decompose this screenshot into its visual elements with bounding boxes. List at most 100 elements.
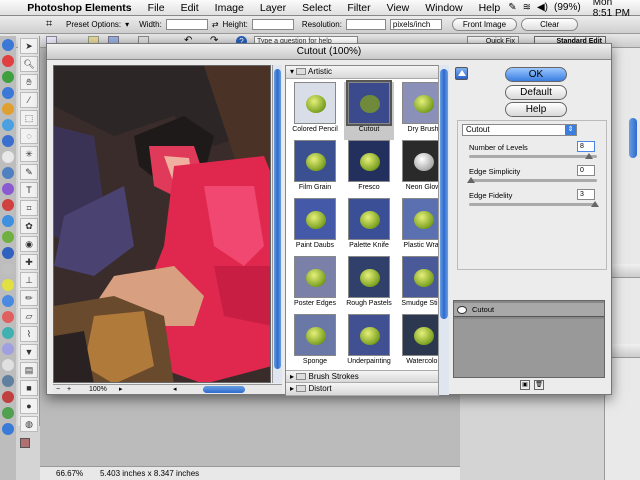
- dock-app-icon[interactable]: [2, 71, 14, 83]
- blur-tool-icon[interactable]: ●: [20, 398, 38, 414]
- dock-app-icon[interactable]: [2, 247, 14, 259]
- filter-thumb-paint-daubs[interactable]: Paint Daubs: [290, 198, 340, 256]
- sponge-tool-icon[interactable]: ◍: [20, 416, 38, 432]
- menu-app-name[interactable]: Photoshop Elements: [19, 0, 139, 16]
- filter-thumb-rough-pastels[interactable]: Rough Pastels: [344, 256, 394, 314]
- disclosure-closed-icon[interactable]: ▸: [290, 384, 294, 393]
- dock-app-icon[interactable]: [2, 151, 14, 163]
- edge-fidelity-slider-track[interactable]: [469, 203, 597, 206]
- zoom-out-icon[interactable]: −: [56, 385, 60, 394]
- width-field[interactable]: [165, 19, 208, 30]
- zoom-in-icon[interactable]: +: [67, 385, 71, 394]
- dock-app-icon[interactable]: [2, 343, 14, 355]
- dock-app-icon[interactable]: [2, 215, 14, 227]
- filter-thumb-cutout[interactable]: Cutout: [344, 80, 394, 140]
- healing-brush-tool-icon[interactable]: ✚: [20, 254, 38, 270]
- shape-tool-icon[interactable]: ■: [20, 380, 38, 396]
- default-button[interactable]: Default: [505, 85, 567, 100]
- eyedropper-tool-icon[interactable]: ⁄: [20, 92, 38, 108]
- dock-app-icon[interactable]: [2, 375, 14, 387]
- dock-app-icon[interactable]: [2, 135, 14, 147]
- filter-thumb-palette-knife[interactable]: Palette Knife: [344, 198, 394, 256]
- cookie-cutter-tool-icon[interactable]: ✿: [20, 218, 38, 234]
- menu-view[interactable]: View: [379, 0, 418, 16]
- gallery-scroll-thumb[interactable]: [440, 69, 448, 319]
- marquee-tool-icon[interactable]: ⬚: [20, 110, 38, 126]
- magic-wand-tool-icon[interactable]: ✳: [20, 146, 38, 162]
- dock-app-icon[interactable]: [2, 391, 14, 403]
- menu-file[interactable]: File: [140, 0, 173, 16]
- palette-scrollbar[interactable]: [629, 118, 637, 158]
- eraser-tool-icon[interactable]: ▱: [20, 308, 38, 324]
- gallery-vertical-scrollbar[interactable]: [438, 65, 449, 395]
- eye-icon[interactable]: [457, 306, 467, 314]
- swap-icon[interactable]: ⇄: [212, 20, 219, 29]
- new-effect-layer-icon[interactable]: ▣: [520, 380, 530, 390]
- filter-thumb-poster-edges[interactable]: Poster Edges: [290, 256, 340, 314]
- dock-app-icon[interactable]: [2, 199, 14, 211]
- volume-icon[interactable]: ◀): [537, 2, 548, 13]
- dock-app-icon[interactable]: [2, 311, 14, 323]
- collapse-gallery-button[interactable]: [455, 67, 468, 80]
- dock-app-icon[interactable]: [2, 295, 14, 307]
- zoom-tool-icon[interactable]: 🔍︎: [20, 56, 38, 72]
- dock-app-icon[interactable]: [2, 327, 14, 339]
- dock-app-icon[interactable]: [2, 359, 14, 371]
- battery-status[interactable]: (99%): [554, 2, 581, 13]
- clone-stamp-tool-icon[interactable]: ⊥: [20, 272, 38, 288]
- type-tool-icon[interactable]: T: [20, 182, 38, 198]
- menu-edit[interactable]: Edit: [173, 0, 207, 16]
- pen-icon[interactable]: ✎: [508, 2, 516, 13]
- edge-fidelity-input[interactable]: 3: [577, 189, 595, 200]
- preview-horizontal-thumb[interactable]: [203, 386, 245, 393]
- foreground-color-swatch[interactable]: [20, 438, 30, 448]
- selection-brush-tool-icon[interactable]: ✎: [20, 164, 38, 180]
- levels-slider-knob[interactable]: [584, 153, 593, 159]
- dock-app-icon[interactable]: [2, 183, 14, 195]
- menu-select[interactable]: Select: [294, 0, 339, 16]
- lasso-tool-icon[interactable]: ◌: [20, 128, 38, 144]
- edge-simplicity-input[interactable]: 0: [577, 165, 595, 176]
- crop-tool-icon[interactable]: ⌗: [46, 18, 52, 31]
- effect-layer-row[interactable]: Cutout: [454, 303, 604, 317]
- pencil-tool-icon[interactable]: ✏: [20, 290, 38, 306]
- menu-help[interactable]: Help: [471, 0, 509, 16]
- dock-app-icon[interactable]: [2, 167, 14, 179]
- paint-bucket-tool-icon[interactable]: ▼: [20, 344, 38, 360]
- front-image-button[interactable]: Front Image: [451, 18, 518, 31]
- category-distort[interactable]: ▸ Distort: [286, 383, 439, 396]
- category-brush-strokes[interactable]: ▸ Brush Strokes: [286, 370, 439, 383]
- ok-button[interactable]: OK: [505, 67, 567, 82]
- edge-fidelity-slider-knob[interactable]: [591, 201, 599, 207]
- menu-image[interactable]: Image: [207, 0, 252, 16]
- edge-simplicity-slider-knob[interactable]: [467, 177, 475, 183]
- dock-app-icon[interactable]: [2, 119, 14, 131]
- dock-app-icon[interactable]: [2, 103, 14, 115]
- filter-thumb-fresco[interactable]: Fresco: [344, 140, 394, 198]
- resolution-unit-select[interactable]: pixels/inch: [389, 19, 442, 30]
- dock-app-icon[interactable]: [2, 87, 14, 99]
- filter-select[interactable]: Cutout ⇕: [462, 124, 577, 136]
- crop-tool-icon[interactable]: ⌗: [20, 200, 38, 216]
- dock-app-icon[interactable]: [2, 407, 14, 419]
- filter-thumb-underpainting[interactable]: Underpainting: [344, 314, 394, 372]
- menu-window[interactable]: Window: [417, 0, 470, 16]
- height-field[interactable]: [251, 19, 294, 30]
- red-eye-tool-icon[interactable]: ◉: [20, 236, 38, 252]
- filter-thumb-colored-pencil[interactable]: Colored Pencil: [290, 82, 340, 140]
- dock-app-icon[interactable]: [2, 55, 14, 67]
- levels-slider-track[interactable]: [469, 155, 597, 158]
- dock-app-icon[interactable]: [2, 39, 14, 51]
- menu-layer[interactable]: Layer: [252, 0, 294, 16]
- filter-thumb-sponge[interactable]: Sponge: [290, 314, 340, 372]
- category-artistic[interactable]: ▾ Artistic: [286, 66, 448, 79]
- menu-filter[interactable]: Filter: [339, 0, 378, 16]
- dock-app-icon[interactable]: [2, 279, 14, 291]
- help-button[interactable]: Help: [505, 102, 567, 117]
- filter-preview-image[interactable]: [53, 65, 271, 383]
- zoom-level[interactable]: 66.67%: [56, 467, 83, 480]
- levels-input[interactable]: 8: [577, 141, 595, 152]
- disclosure-open-icon[interactable]: ▾: [290, 67, 294, 76]
- preset-dropdown-icon[interactable]: ▾: [125, 20, 129, 29]
- dock-app-icon[interactable]: [2, 423, 14, 435]
